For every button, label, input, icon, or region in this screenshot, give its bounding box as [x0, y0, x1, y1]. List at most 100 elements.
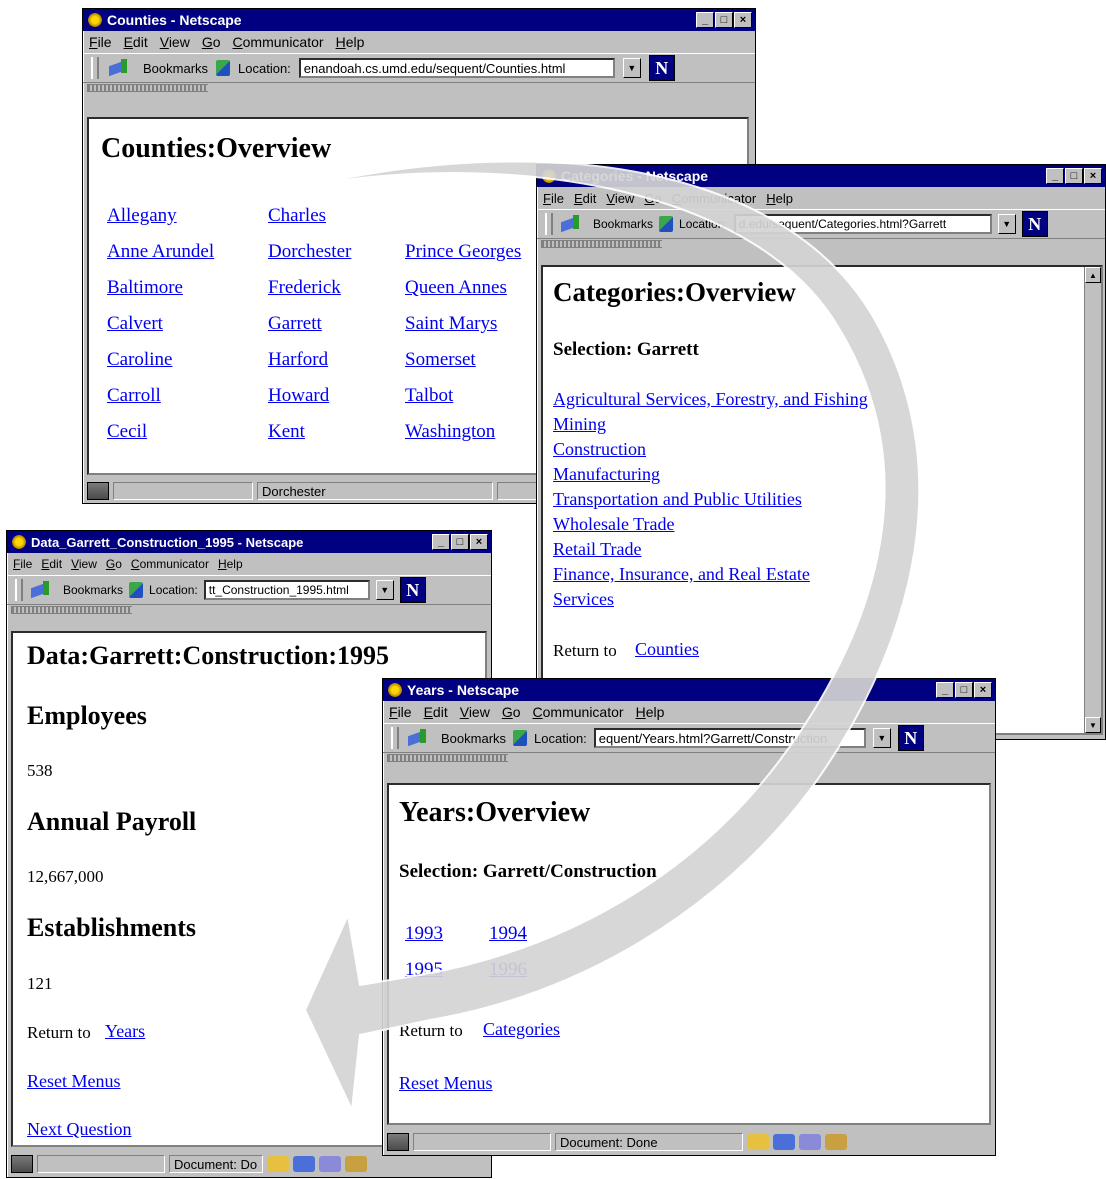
location-input[interactable]: d.edu/sequent/Categories.html?Garrett	[733, 214, 992, 234]
menu-view[interactable]: View	[160, 34, 190, 50]
chevron-down-icon[interactable]: ▼	[622, 58, 641, 78]
mail-icon[interactable]	[293, 1156, 315, 1172]
menu-help[interactable]: Help	[766, 191, 793, 206]
category-link[interactable]: Wholesale Trade	[553, 514, 674, 535]
category-link[interactable]: Finance, Insurance, and Real Estate	[553, 564, 810, 585]
location-input[interactable]: tt_Construction_1995.html	[203, 580, 370, 600]
toolbar-tabs[interactable]	[537, 239, 1105, 248]
bookmarks-icon[interactable]	[559, 215, 587, 233]
menu-go[interactable]: Go	[202, 34, 221, 50]
bookmarks-button[interactable]: Bookmarks	[143, 61, 208, 76]
minimize-button[interactable]: _	[1046, 168, 1064, 184]
menu-file[interactable]: File	[13, 557, 32, 571]
county-link[interactable]: Dorchester	[268, 241, 351, 263]
county-link[interactable]: Queen Annes	[405, 277, 507, 299]
county-link[interactable]: Washington	[405, 421, 495, 443]
composer-icon[interactable]	[825, 1134, 847, 1150]
return-categories-link[interactable]: Categories	[483, 1019, 560, 1040]
minimize-button[interactable]: _	[432, 534, 450, 550]
return-counties-link[interactable]: Counties	[635, 639, 699, 660]
menu-edit[interactable]: Edit	[41, 557, 62, 571]
menu-communicator[interactable]: Communicator	[131, 557, 209, 571]
navigator-icon[interactable]	[267, 1156, 289, 1172]
county-link[interactable]: Allegany	[107, 205, 177, 227]
county-link[interactable]: Saint Marys	[405, 313, 497, 335]
chevron-down-icon[interactable]: ▼	[375, 580, 394, 600]
bookmarks-button[interactable]: Bookmarks	[441, 731, 506, 746]
year-link[interactable]: 1994	[489, 923, 527, 945]
county-link[interactable]: Baltimore	[107, 277, 183, 299]
next-question-link[interactable]: Next Question	[27, 1119, 131, 1140]
navigator-icon[interactable]	[747, 1134, 769, 1150]
bookmarks-icon[interactable]	[29, 581, 57, 599]
discussion-icon[interactable]	[319, 1156, 341, 1172]
menu-edit[interactable]: Edit	[124, 34, 148, 50]
security-icon[interactable]	[387, 1133, 409, 1151]
toolbar-tabs[interactable]	[383, 753, 995, 762]
menu-view[interactable]: View	[71, 557, 97, 571]
bookmarks-icon[interactable]	[406, 729, 434, 747]
bookmarks-button[interactable]: Bookmarks	[593, 217, 653, 231]
reset-menus-link[interactable]: Reset Menus	[27, 1071, 121, 1092]
close-button[interactable]: ×	[974, 682, 992, 698]
menu-file[interactable]: File	[543, 191, 564, 206]
menu-help[interactable]: Help	[636, 704, 665, 720]
minimize-button[interactable]: _	[696, 12, 714, 28]
category-link[interactable]: Manufacturing	[553, 464, 660, 485]
county-link[interactable]: Howard	[268, 385, 329, 407]
menu-help[interactable]: Help	[336, 34, 365, 50]
county-link[interactable]: Anne Arundel	[107, 241, 214, 263]
maximize-button[interactable]: □	[451, 534, 469, 550]
category-link[interactable]: Transportation and Public Utilities	[553, 489, 802, 510]
menu-help[interactable]: Help	[218, 557, 243, 571]
return-years-link[interactable]: Years	[105, 1021, 145, 1042]
menu-communicator[interactable]: Communicator	[672, 191, 757, 206]
toolbar-grip[interactable]	[15, 579, 23, 601]
menu-communicator[interactable]: Communicator	[233, 34, 324, 50]
category-link[interactable]: Construction	[553, 439, 646, 460]
category-link[interactable]: Retail Trade	[553, 539, 642, 560]
bookmarks-icon[interactable]	[107, 59, 135, 77]
bookmarks-button[interactable]: Bookmarks	[63, 583, 123, 597]
vertical-scrollbar[interactable]: ▲ ▼	[1084, 267, 1101, 733]
menu-go[interactable]: Go	[502, 704, 521, 720]
minimize-button[interactable]: _	[936, 682, 954, 698]
maximize-button[interactable]: □	[1065, 168, 1083, 184]
category-link[interactable]: Services	[553, 589, 614, 610]
county-link[interactable]: Somerset	[405, 349, 476, 371]
county-link[interactable]: Kent	[268, 421, 305, 443]
location-input[interactable]: equent/Years.html?Garrett/Construction	[593, 728, 866, 748]
county-link[interactable]: Harford	[268, 349, 328, 371]
category-link[interactable]: Mining	[553, 414, 606, 435]
close-button[interactable]: ×	[734, 12, 752, 28]
county-link[interactable]: Talbot	[405, 385, 453, 407]
toolbar-tabs[interactable]	[83, 83, 755, 92]
toolbar-grip[interactable]	[391, 727, 399, 749]
data-titlebar[interactable]: Data_Garrett_Construction_1995 - Netscap…	[7, 531, 491, 553]
toolbar-grip[interactable]	[545, 213, 553, 235]
discussion-icon[interactable]	[799, 1134, 821, 1150]
county-link[interactable]: Carroll	[107, 385, 161, 407]
scroll-up-icon[interactable]: ▲	[1085, 267, 1101, 283]
menu-view[interactable]: View	[460, 704, 490, 720]
category-link[interactable]: Agricultural Services, Forestry, and Fis…	[553, 389, 868, 410]
year-link[interactable]: 1995	[405, 959, 443, 981]
county-link[interactable]: Caroline	[107, 349, 172, 371]
menu-file[interactable]: File	[389, 704, 412, 720]
county-link[interactable]: Garrett	[268, 313, 322, 335]
menu-file[interactable]: File	[89, 34, 112, 50]
menu-view[interactable]: View	[606, 191, 634, 206]
menu-go[interactable]: Go	[644, 191, 661, 206]
scroll-down-icon[interactable]: ▼	[1085, 717, 1101, 733]
county-link[interactable]: Calvert	[107, 313, 163, 335]
menu-edit[interactable]: Edit	[424, 704, 448, 720]
toolbar-grip[interactable]	[91, 57, 99, 79]
menu-go[interactable]: Go	[106, 557, 122, 571]
county-link[interactable]: Frederick	[268, 277, 341, 299]
chevron-down-icon[interactable]: ▼	[997, 214, 1016, 234]
county-link[interactable]: Charles	[268, 205, 326, 227]
menu-edit[interactable]: Edit	[574, 191, 596, 206]
year-link[interactable]: 1993	[405, 923, 443, 945]
mail-icon[interactable]	[773, 1134, 795, 1150]
security-icon[interactable]	[87, 482, 109, 500]
